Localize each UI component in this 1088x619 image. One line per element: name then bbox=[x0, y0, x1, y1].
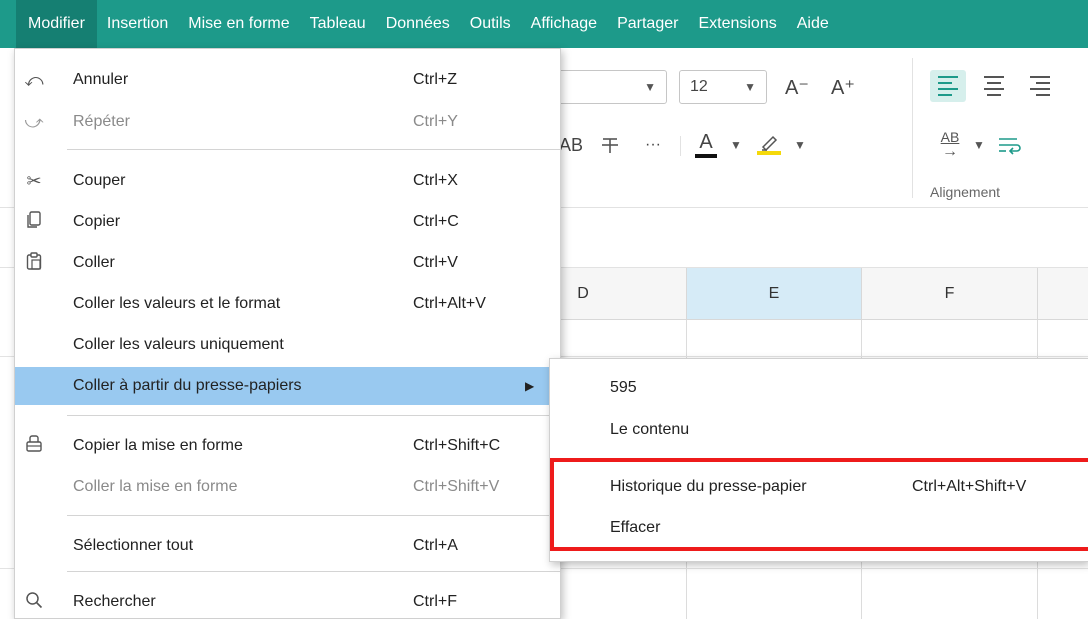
redo-icon: ⤻ bbox=[24, 111, 44, 132]
menu-separator bbox=[67, 415, 560, 416]
menu-item-copier-mise-en-forme[interactable]: Copier la mise en forme Ctrl+Shift+C bbox=[15, 427, 560, 465]
alignment-group-label: Alignement bbox=[930, 184, 1001, 200]
menu-separator bbox=[67, 515, 560, 516]
menu-modifier[interactable]: Modifier bbox=[16, 0, 97, 48]
menu-item-repeter[interactable]: ⤻ Répéter Ctrl+Y bbox=[15, 103, 560, 141]
chevron-down-icon[interactable]: ▼ bbox=[790, 132, 810, 158]
cut-icon: ✂ bbox=[26, 170, 42, 191]
more-options-button[interactable]: ··· bbox=[636, 128, 670, 162]
highlight-color-swatch bbox=[757, 151, 781, 155]
search-icon bbox=[23, 591, 45, 614]
text-direction-label: AB bbox=[940, 129, 960, 145]
strikethrough-icon[interactable] bbox=[595, 128, 625, 162]
submenu-item-effacer[interactable]: Effacer bbox=[550, 509, 1088, 547]
ribbon-divider bbox=[912, 58, 913, 198]
ribbon-divider bbox=[680, 136, 681, 156]
menu-bar: Modifier Insertion Mise en forme Tableau… bbox=[0, 0, 1088, 48]
column-header-e[interactable]: E bbox=[687, 268, 862, 320]
column-header-f[interactable]: F bbox=[862, 268, 1038, 320]
font-size-select[interactable]: 12 ▼ bbox=[679, 70, 767, 104]
increase-font-button[interactable]: A⁺ bbox=[826, 70, 860, 104]
menu-extensions[interactable]: Extensions bbox=[688, 0, 786, 48]
menu-item-couper[interactable]: ✂ Couper Ctrl+X bbox=[15, 162, 560, 200]
menu-aide[interactable]: Aide bbox=[787, 0, 839, 48]
text-direction-icon[interactable]: AB → bbox=[930, 128, 970, 162]
chevron-down-icon: ▼ bbox=[644, 80, 656, 94]
column-header-d[interactable]: D bbox=[540, 268, 687, 320]
font-color-glyph: A bbox=[699, 130, 713, 153]
paste-icon bbox=[23, 251, 45, 275]
menu-item-coller-presse-papiers[interactable]: Coller à partir du presse-papiers ▶ bbox=[15, 367, 560, 405]
decrease-font-button[interactable]: A⁻ bbox=[780, 70, 814, 104]
menu-donnees[interactable]: Données bbox=[376, 0, 460, 48]
chevron-down-icon[interactable]: ▼ bbox=[970, 132, 988, 158]
column-header-g[interactable] bbox=[1038, 268, 1088, 320]
submenu-item-historique[interactable]: Historique du presse-papier Ctrl+Alt+Shi… bbox=[550, 468, 1088, 506]
chevron-down-icon: ▼ bbox=[744, 80, 756, 94]
menu-separator bbox=[67, 571, 560, 572]
menu-insertion[interactable]: Insertion bbox=[97, 0, 178, 48]
chevron-down-icon[interactable]: ▼ bbox=[726, 132, 746, 158]
menu-item-copier[interactable]: Copier Ctrl+C bbox=[15, 203, 560, 241]
submenu-arrow-icon: ▶ bbox=[525, 379, 535, 393]
menu-item-annuler[interactable]: ⤺ Annuler Ctrl+Z bbox=[15, 61, 560, 99]
menu-item-coller[interactable]: Coller Ctrl+V bbox=[15, 244, 560, 282]
menu-item-coller-valeurs-format[interactable]: Coller les valeurs et le format Ctrl+Alt… bbox=[15, 285, 560, 323]
undo-icon: ⤺ bbox=[24, 69, 44, 90]
menu-partager[interactable]: Partager bbox=[607, 0, 688, 48]
submenu-item-le-contenu[interactable]: Le contenu bbox=[550, 411, 1088, 449]
menu-separator bbox=[67, 149, 560, 150]
submenu-item-595[interactable]: 595 bbox=[550, 369, 1088, 407]
menu-tableau[interactable]: Tableau bbox=[300, 0, 376, 48]
highlight-color-icon[interactable] bbox=[754, 124, 784, 164]
menu-outils[interactable]: Outils bbox=[460, 0, 521, 48]
font-color-swatch bbox=[695, 153, 717, 158]
font-size-value: 12 bbox=[690, 78, 708, 95]
copy-icon bbox=[23, 210, 45, 234]
align-right-icon[interactable] bbox=[1022, 70, 1058, 102]
menu-affichage[interactable]: Affichage bbox=[521, 0, 607, 48]
format-painter-icon bbox=[23, 434, 45, 458]
clipboard-submenu: 595 Le contenu Historique du presse-papi… bbox=[549, 358, 1088, 562]
font-color-icon[interactable]: A bbox=[692, 124, 720, 164]
edit-menu-dropdown: ⤺ Annuler Ctrl+Z ⤻ Répéter Ctrl+Y ✂ Coup… bbox=[14, 48, 561, 619]
align-center-icon[interactable] bbox=[976, 70, 1012, 102]
menu-item-coller-valeurs-uniquement[interactable]: Coller les valeurs uniquement bbox=[15, 326, 560, 364]
menu-item-rechercher[interactable]: Rechercher Ctrl+F bbox=[15, 583, 560, 619]
wrap-text-icon[interactable] bbox=[990, 128, 1030, 162]
menu-mise-en-forme[interactable]: Mise en forme bbox=[178, 0, 299, 48]
align-left-icon[interactable] bbox=[930, 70, 966, 102]
menu-item-coller-mise-en-forme[interactable]: Coller la mise en forme Ctrl+Shift+V bbox=[15, 468, 560, 506]
menu-item-selectionner-tout[interactable]: Sélectionner tout Ctrl+A bbox=[15, 527, 560, 565]
